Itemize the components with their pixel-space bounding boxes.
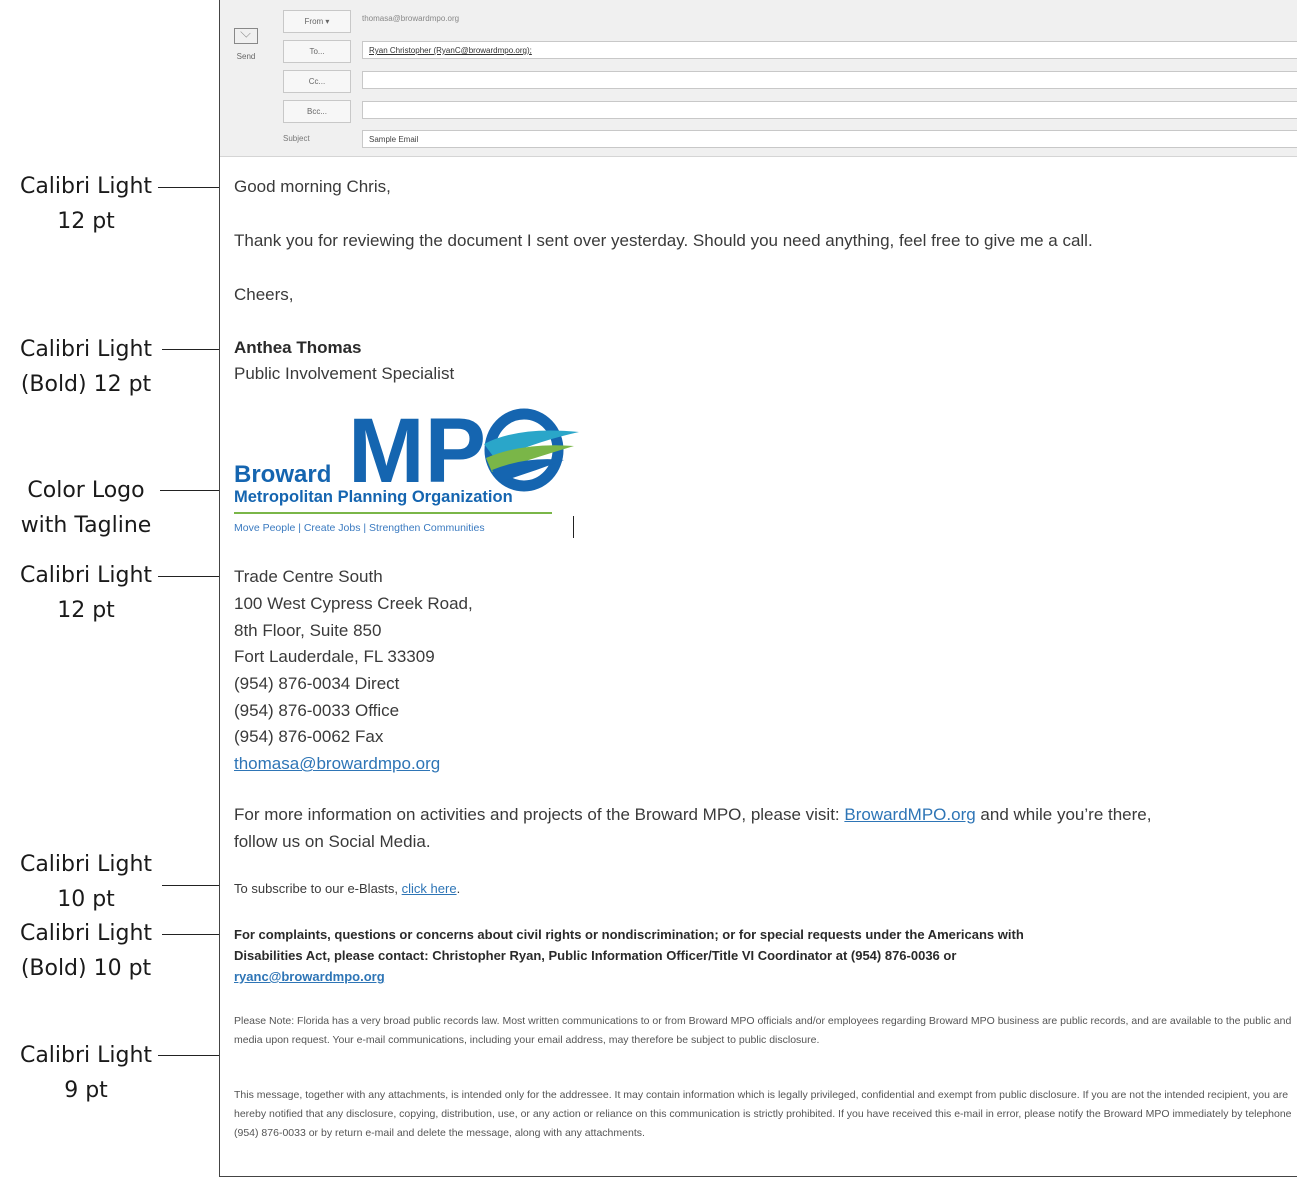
- annotation-text: Color Logo: [27, 478, 145, 503]
- phone-fax: (954) 876-0062 Fax: [234, 727, 384, 746]
- annotation-subscribe-font: Calibri Light 10 pt: [0, 847, 172, 917]
- compose-header: Send From ▾ thomasa@browardmpo.org To...…: [220, 0, 1297, 157]
- annotation-text: 12 pt: [57, 598, 115, 623]
- address-line: 8th Floor, Suite 850: [234, 621, 382, 640]
- annotation-text: Calibri Light: [19, 1043, 153, 1068]
- to-recipient[interactable]: Ryan Christopher (RyanC@browardmpo.org);: [369, 46, 532, 55]
- subject-label: Subject: [283, 134, 310, 143]
- annotation-address-font: Calibri Light 12 pt: [0, 558, 172, 628]
- subscribe-text: To subscribe to our e-Blasts,: [234, 881, 402, 896]
- phone-office: (954) 876-0033 Office: [234, 701, 400, 720]
- annotation-name-font: Calibri Light (Bold) 12 pt: [0, 332, 172, 402]
- subject-field[interactable]: Sample Email: [362, 130, 1297, 148]
- address-line: 100 West Cypress Creek Road,: [234, 594, 473, 613]
- bcc-button[interactable]: Bcc...: [283, 100, 351, 123]
- complaints-line: For complaints, questions or concerns ab…: [234, 927, 1024, 942]
- subscribe-text: .: [456, 881, 461, 896]
- send-button[interactable]: Send: [228, 22, 264, 76]
- address-line: Fort Lauderdale, FL 33309: [234, 647, 435, 666]
- annotation-leader: [158, 1055, 228, 1056]
- complaints-email-link[interactable]: ryanc@browardmpo.org: [234, 969, 385, 984]
- info-paragraph-line2: follow us on Social Media.: [234, 832, 431, 851]
- complaints-line: Disabilities Act, please contact: Christ…: [234, 948, 957, 963]
- info-text: and while you’re there,: [975, 805, 1152, 824]
- send-label: Send: [236, 52, 256, 61]
- closing: Cheers,: [234, 285, 294, 304]
- phone-direct: (954) 876-0034 Direct: [234, 674, 400, 693]
- annotation-text: 9 pt: [64, 1078, 108, 1103]
- logo-org: Metropolitan Planning Organization: [234, 488, 513, 506]
- annotation-disclaimer-font: Calibri Light 9 pt: [0, 1038, 172, 1108]
- cc-button[interactable]: Cc...: [283, 70, 351, 93]
- annotation-text: Calibri Light: [19, 337, 153, 362]
- confidentiality-disclaimer: This message, together with any attachme…: [234, 1089, 1292, 1139]
- bcc-field[interactable]: [362, 101, 1297, 119]
- logo-tagline: Move People | Create Jobs | Strengthen C…: [234, 522, 485, 534]
- address-line: Trade Centre South: [234, 567, 383, 586]
- annotation-logo: Color Logo with Tagline: [0, 473, 172, 543]
- email-link[interactable]: thomasa@browardmpo.org: [234, 754, 440, 774]
- cc-field[interactable]: [362, 71, 1297, 89]
- annotation-text: Calibri Light: [19, 921, 153, 946]
- annotation-text: 10 pt: [57, 887, 115, 912]
- to-button[interactable]: To...: [283, 40, 351, 63]
- annotation-leader: [160, 490, 228, 491]
- annotation-leader: [158, 576, 228, 577]
- annotation-complaints-font: Calibri Light (Bold) 10 pt: [0, 916, 172, 986]
- info-paragraph: For more information on activities and p…: [234, 805, 1151, 825]
- email-compose-window: Send From ▾ thomasa@browardmpo.org To...…: [219, 0, 1297, 1177]
- message-text: Thank you for reviewing the document I s…: [234, 231, 1093, 250]
- signature-title: Public Involvement Specialist: [234, 364, 455, 383]
- annotation-greeting-font: Calibri Light 12 pt: [0, 169, 172, 239]
- annotation-text: Calibri Light: [19, 852, 153, 877]
- greeting: Good morning Chris,: [234, 177, 391, 196]
- logo-acronym: MP: [348, 402, 486, 502]
- text-cursor: [573, 516, 574, 538]
- from-button[interactable]: From ▾: [283, 10, 351, 33]
- signature-name: Anthea Thomas: [234, 338, 362, 357]
- from-value: thomasa@browardmpo.org: [362, 14, 460, 23]
- annotation-leader: [158, 187, 228, 188]
- subscribe-line: To subscribe to our e-Blasts, click here…: [234, 881, 460, 896]
- website-link[interactable]: BrowardMPO.org: [844, 805, 975, 824]
- annotation-text: Calibri Light: [19, 563, 153, 588]
- annotation-text: Calibri Light: [19, 174, 153, 199]
- mpo-logo-graphic: MP Broward Metropolitan Planning Organiz…: [234, 400, 579, 514]
- to-field[interactable]: Ryan Christopher (RyanC@browardmpo.org);: [362, 41, 1297, 59]
- public-records-note: Please Note: Florida has a very broad pu…: [234, 1015, 1292, 1046]
- annotation-text: (Bold) 12 pt: [20, 372, 152, 397]
- subscribe-link[interactable]: click here: [402, 881, 457, 896]
- annotation-text: with Tagline: [20, 513, 152, 538]
- annotation-text: (Bold) 10 pt: [20, 956, 152, 981]
- send-icon: [234, 28, 258, 44]
- annotation-text: 12 pt: [57, 209, 115, 234]
- logo-word: Broward: [234, 461, 331, 488]
- info-text: For more information on activities and p…: [234, 805, 845, 824]
